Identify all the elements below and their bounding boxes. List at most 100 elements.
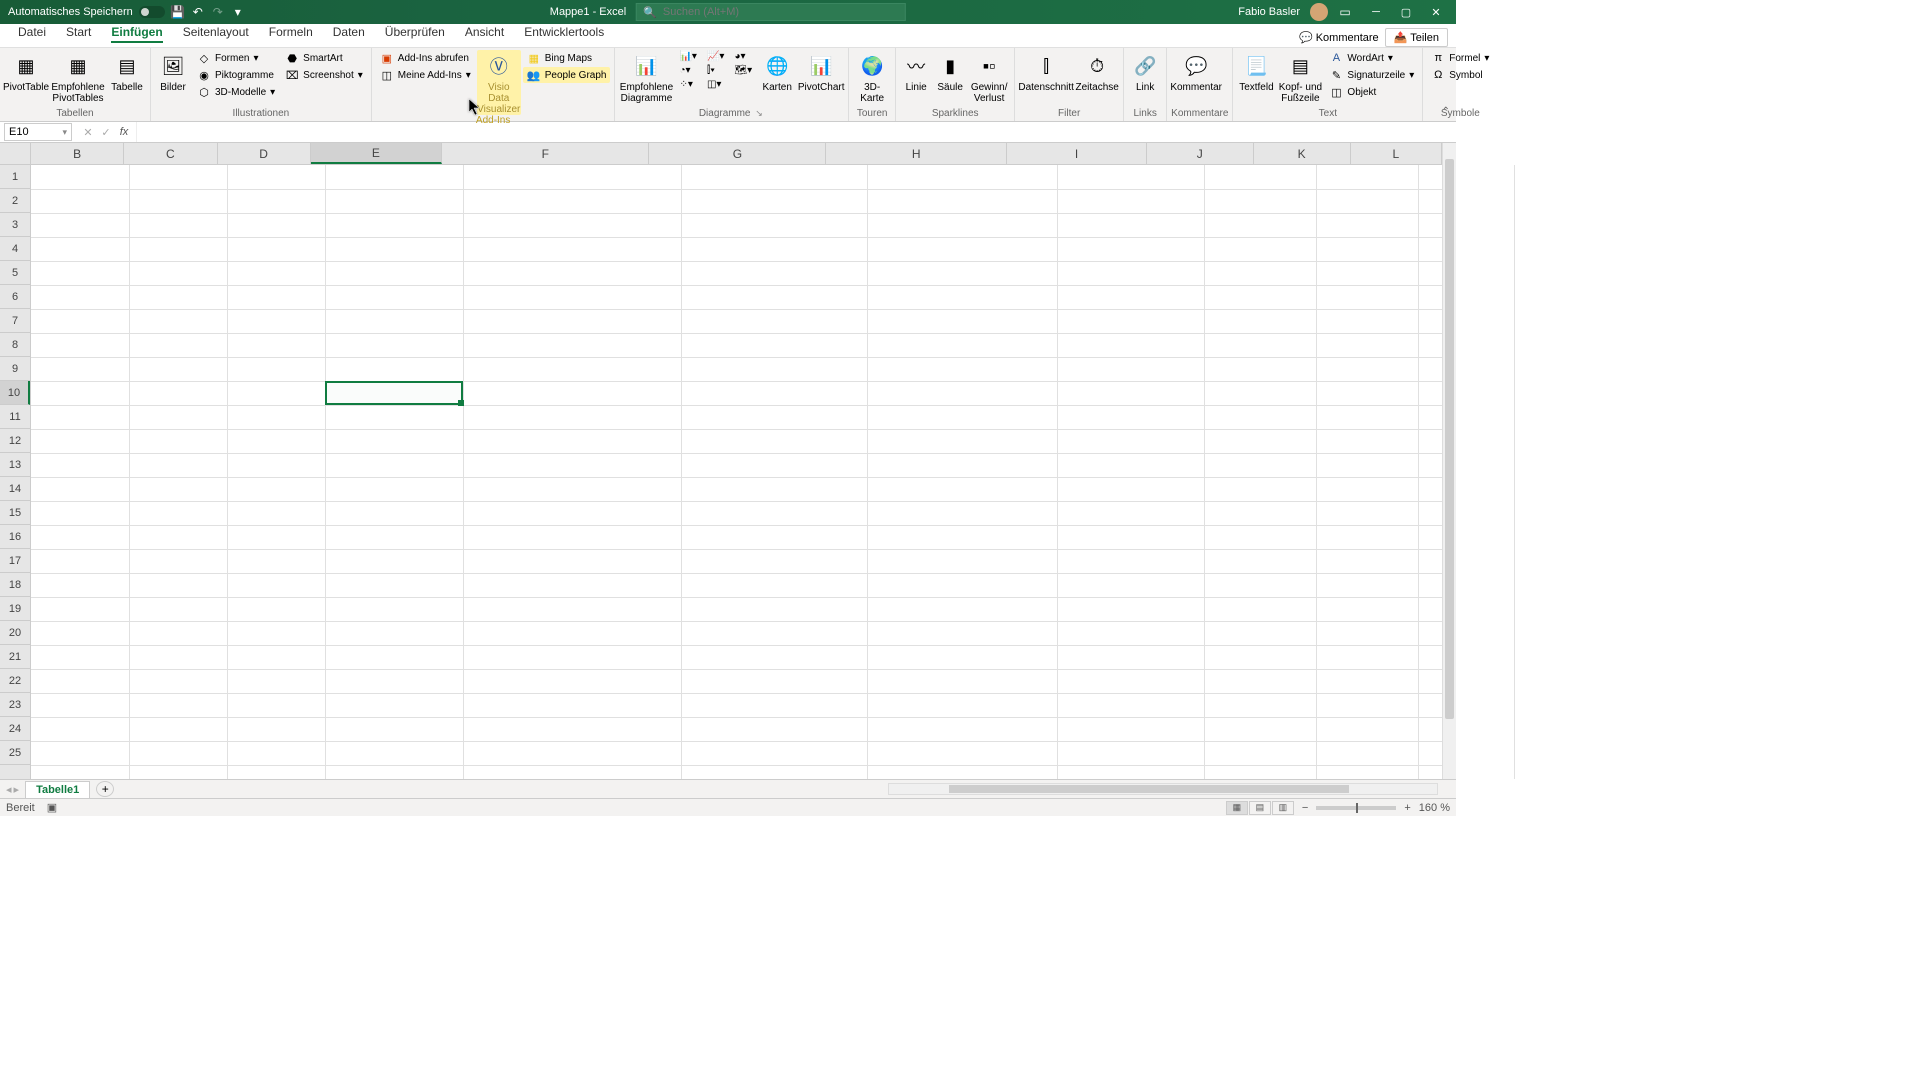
row-header[interactable]: 18 — [0, 573, 30, 597]
tab-einfügen[interactable]: Einfügen — [101, 21, 172, 47]
zoom-out-button[interactable]: − — [1302, 802, 1308, 814]
column-header[interactable]: B — [31, 143, 124, 164]
shapes-button[interactable]: ◇ Formen ▾ — [193, 50, 279, 66]
statistic-chart-button[interactable]: ⫿▾ — [703, 64, 728, 77]
header-footer-button[interactable]: ▤ Kopf- und Fußzeile — [1277, 50, 1323, 104]
screenshot-button[interactable]: ⌧ Screenshot ▾ — [281, 67, 367, 83]
dialog-launcher-icon[interactable]: ↘ — [753, 108, 765, 118]
row-header[interactable]: 24 — [0, 717, 30, 741]
autosave-toggle[interactable]: Automatisches Speichern — [8, 6, 165, 18]
vertical-scrollbar[interactable] — [1442, 143, 1456, 779]
row-header[interactable]: 1 — [0, 165, 30, 189]
undo-icon[interactable]: ↶ — [191, 5, 205, 19]
sparkline-line-button[interactable]: 〰 Linie — [900, 50, 932, 93]
row-header[interactable]: 23 — [0, 693, 30, 717]
row-header[interactable]: 3 — [0, 213, 30, 237]
column-header[interactable]: C — [124, 143, 217, 164]
3dmodels-button[interactable]: ⬡ 3D-Modelle ▾ — [193, 84, 279, 100]
icons-button[interactable]: ◉ Piktogramme — [193, 67, 279, 83]
row-header[interactable]: 22 — [0, 669, 30, 693]
new-sheet-button[interactable]: + — [96, 781, 114, 797]
pie-chart-button[interactable]: ◕▾ — [730, 50, 756, 63]
table-button[interactable]: ▤ Tabelle — [108, 50, 146, 93]
row-header[interactable]: 10 — [0, 381, 30, 405]
tab-formeln[interactable]: Formeln — [259, 21, 323, 47]
comments-button[interactable]: 💬 Kommentare — [1299, 31, 1379, 44]
formula-input[interactable] — [136, 122, 1456, 142]
tab-daten[interactable]: Daten — [323, 21, 375, 47]
maximize-button[interactable]: ▢ — [1392, 2, 1420, 22]
collapse-ribbon-button[interactable]: ⌃ — [1442, 106, 1450, 117]
recommended-pivot-button[interactable]: ▦ Empfohlene PivotTables — [50, 50, 106, 104]
row-header[interactable]: 15 — [0, 501, 30, 525]
cancel-formula-button[interactable]: ✕ — [80, 126, 96, 139]
save-icon[interactable]: 💾 — [171, 5, 185, 19]
minimize-button[interactable]: ─ — [1362, 2, 1390, 22]
pivotchart-button[interactable]: 📊 PivotChart — [798, 50, 844, 93]
hierarchy-chart-button[interactable]: ◔▾ — [675, 64, 700, 77]
column-header[interactable]: J — [1147, 143, 1254, 164]
scatter-chart-button[interactable]: ⁘▾ — [675, 78, 700, 91]
row-header[interactable]: 4 — [0, 237, 30, 261]
column-chart-button[interactable]: 📊▾ — [675, 50, 700, 63]
recommended-charts-button[interactable]: 📊 Empfohlene Diagramme — [619, 50, 673, 104]
tab-überprüfen[interactable]: Überprüfen — [375, 21, 455, 47]
zoom-in-button[interactable]: + — [1404, 802, 1410, 814]
select-all-corner[interactable] — [0, 143, 31, 165]
row-header[interactable]: 6 — [0, 285, 30, 309]
timeline-button[interactable]: ⏱ Zeitachse — [1075, 50, 1119, 93]
row-header[interactable]: 17 — [0, 549, 30, 573]
row-header[interactable]: 12 — [0, 429, 30, 453]
3dmap-button[interactable]: 🌍 3D- Karte — [853, 50, 891, 104]
redo-icon[interactable]: ↷ — [211, 5, 225, 19]
tab-start[interactable]: Start — [56, 21, 101, 47]
column-header[interactable]: E — [311, 143, 442, 164]
sheet-tab-active[interactable]: Tabelle1 — [25, 781, 90, 798]
maps-button[interactable]: 🌐 Karten — [758, 50, 796, 93]
row-header[interactable]: 13 — [0, 453, 30, 477]
row-header[interactable]: 16 — [0, 525, 30, 549]
comment-button[interactable]: 💬 Kommentar — [1171, 50, 1221, 93]
sheet-nav-next-icon[interactable]: ▸ — [14, 783, 20, 796]
object-button[interactable]: ◫ Objekt — [1325, 84, 1418, 100]
column-header[interactable]: G — [649, 143, 826, 164]
my-addins-button[interactable]: ◫ Meine Add-Ins ▾ — [376, 67, 475, 83]
scrollbar-thumb[interactable] — [1445, 159, 1454, 719]
qat-customize-icon[interactable]: ▾ — [231, 5, 245, 19]
equation-button[interactable]: π Formel ▾ — [1427, 50, 1493, 66]
sheet-nav-prev-icon[interactable]: ◂ — [6, 783, 12, 796]
column-header[interactable]: L — [1351, 143, 1442, 164]
bing-maps-button[interactable]: ▦ Bing Maps — [523, 50, 611, 66]
cells-area[interactable] — [31, 165, 1442, 779]
row-header[interactable]: 7 — [0, 309, 30, 333]
normal-view-button[interactable]: ▦ — [1226, 801, 1248, 815]
smartart-button[interactable]: ⬣ SmartArt — [281, 50, 367, 66]
link-button[interactable]: 🔗 Link — [1128, 50, 1162, 93]
scrollbar-thumb[interactable] — [949, 785, 1349, 793]
column-header[interactable]: F — [442, 143, 649, 164]
map-chart-button[interactable]: 🗺▾ — [730, 64, 756, 77]
slicer-button[interactable]: ⫿ Datenschnitt — [1019, 50, 1073, 93]
search-input[interactable] — [663, 6, 899, 18]
pivottable-button[interactable]: ▦ PivotTable — [4, 50, 48, 93]
row-header[interactable]: 21 — [0, 645, 30, 669]
user-avatar[interactable] — [1310, 3, 1328, 21]
row-header[interactable]: 20 — [0, 621, 30, 645]
column-header[interactable]: D — [218, 143, 311, 164]
zoom-slider[interactable] — [1316, 806, 1396, 810]
row-header[interactable]: 25 — [0, 741, 30, 765]
people-graph-button[interactable]: 👥 People Graph — [523, 67, 611, 83]
row-header[interactable]: 2 — [0, 189, 30, 213]
enter-formula-button[interactable]: ✓ — [98, 126, 114, 139]
close-button[interactable]: ✕ — [1422, 2, 1450, 22]
row-header[interactable]: 9 — [0, 357, 30, 381]
pictures-button[interactable]: 🖼 Bilder — [155, 50, 191, 93]
tab-datei[interactable]: Datei — [8, 21, 56, 47]
symbol-button[interactable]: Ω Symbol — [1427, 67, 1493, 83]
column-header[interactable]: H — [826, 143, 1007, 164]
name-box[interactable]: E10 ▾ — [4, 123, 72, 141]
textbox-button[interactable]: 📃 Textfeld — [1237, 50, 1275, 93]
wordart-button[interactable]: A WordArt ▾ — [1325, 50, 1418, 66]
pagelayout-view-button[interactable]: ▤ — [1249, 801, 1271, 815]
combo-chart-button[interactable]: ◫▾ — [703, 78, 728, 91]
